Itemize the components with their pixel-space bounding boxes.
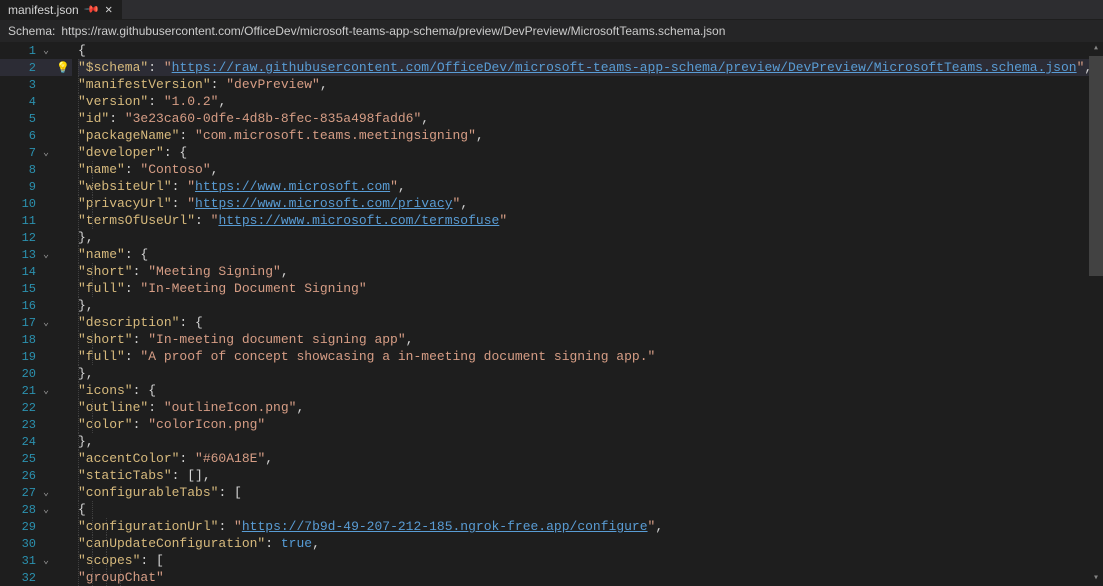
tab-bar: manifest.json 📌 ✕ xyxy=(0,0,1103,20)
scroll-up-arrow[interactable]: ▴ xyxy=(1089,42,1103,56)
fold-icon[interactable]: ⌄ xyxy=(40,317,52,329)
vertical-scrollbar[interactable]: ▴ ▾ xyxy=(1089,42,1103,586)
lightbulb-icon[interactable]: 💡 xyxy=(56,61,70,75)
privacy-link[interactable]: https://www.microsoft.com/privacy xyxy=(195,196,452,211)
fold-icon[interactable]: ⌄ xyxy=(40,249,52,261)
fold-icon[interactable]: ⌄ xyxy=(40,555,52,567)
file-tab[interactable]: manifest.json 📌 ✕ xyxy=(0,0,122,20)
fold-icon[interactable]: ⌄ xyxy=(40,45,52,57)
schema-bar: Schema: https://raw.githubusercontent.co… xyxy=(0,20,1103,42)
schema-label: Schema: xyxy=(8,24,55,38)
fold-icon[interactable]: ⌄ xyxy=(40,147,52,159)
fold-icon[interactable]: ⌄ xyxy=(40,487,52,499)
schema-link[interactable]: https://raw.githubusercontent.com/Office… xyxy=(172,60,1077,75)
close-icon[interactable]: ✕ xyxy=(103,2,114,17)
fold-icon[interactable]: ⌄ xyxy=(40,504,52,516)
gutter: 1⌄ 2💡 3 4 5 6 7⌄ 8 9 10 11 12 13⌄ 14 15 … xyxy=(0,42,72,586)
scroll-down-arrow[interactable]: ▾ xyxy=(1089,572,1103,586)
tab-filename: manifest.json xyxy=(8,3,79,17)
schema-url[interactable]: https://raw.githubusercontent.com/Office… xyxy=(61,24,725,38)
fold-icon[interactable]: ⌄ xyxy=(40,385,52,397)
scrollbar-thumb[interactable] xyxy=(1089,56,1103,276)
code-editor[interactable]: 1⌄ 2💡 3 4 5 6 7⌄ 8 9 10 11 12 13⌄ 14 15 … xyxy=(0,42,1103,586)
pin-icon[interactable]: 📌 xyxy=(82,1,99,18)
config-url-link[interactable]: https://7b9d-49-207-212-185.ngrok-free.a… xyxy=(242,519,648,534)
code-area[interactable]: { "$schema": "https://raw.githubusercont… xyxy=(72,42,1103,586)
website-link[interactable]: https://www.microsoft.com xyxy=(195,179,390,194)
terms-link[interactable]: https://www.microsoft.com/termsofuse xyxy=(218,213,499,228)
